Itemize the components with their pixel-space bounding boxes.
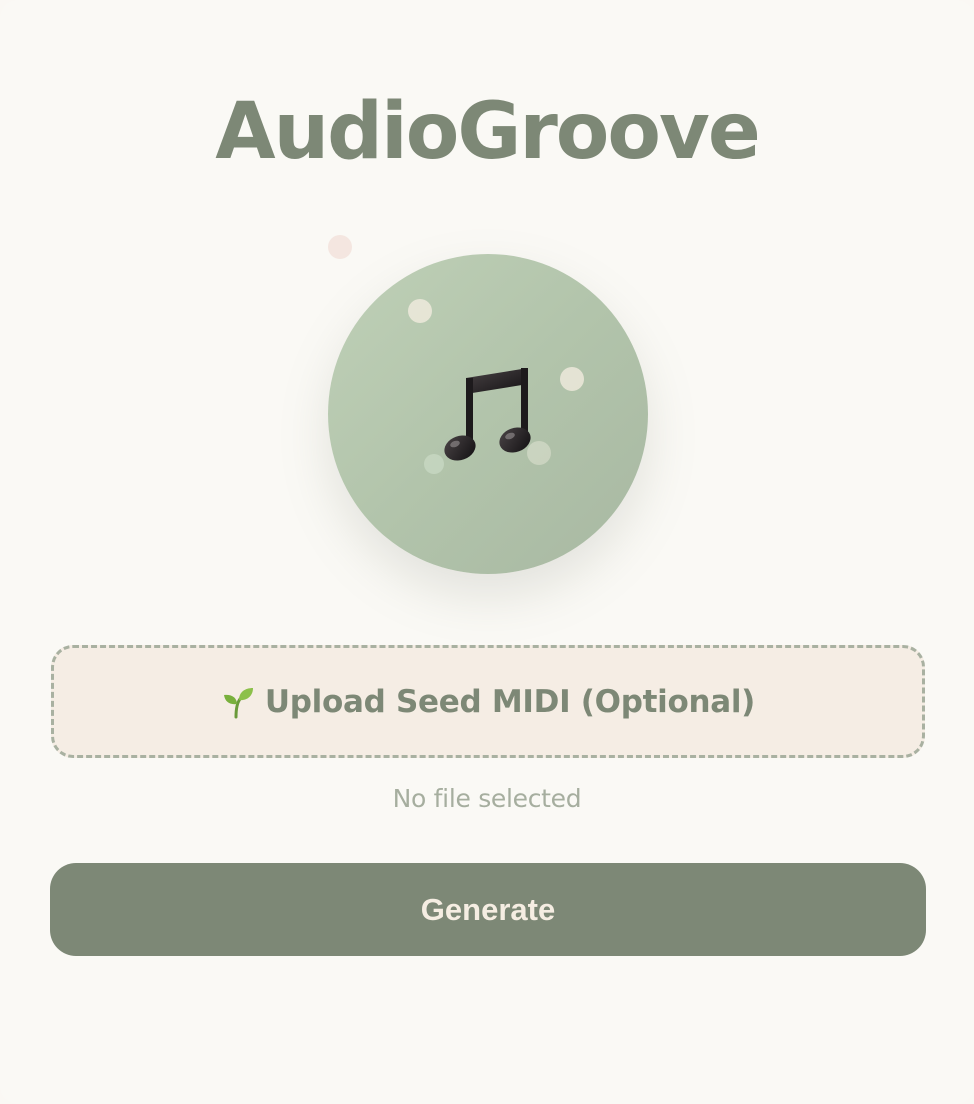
app-title: AudioGroove — [215, 87, 760, 177]
upload-seed-midi-button[interactable]: Upload Seed MIDI (Optional) — [51, 645, 925, 758]
music-visualizer-disc — [328, 254, 648, 574]
sprout-icon — [221, 685, 255, 719]
file-status-text: No file selected — [392, 784, 582, 813]
app-container: AudioGroove Upload Seed MIDI (Optional) … — [0, 0, 974, 1104]
floating-dot — [527, 441, 551, 465]
upload-label: Upload Seed MIDI (Optional) — [264, 683, 756, 720]
generate-button[interactable]: Generate — [50, 863, 926, 956]
music-note-icon — [328, 254, 648, 574]
